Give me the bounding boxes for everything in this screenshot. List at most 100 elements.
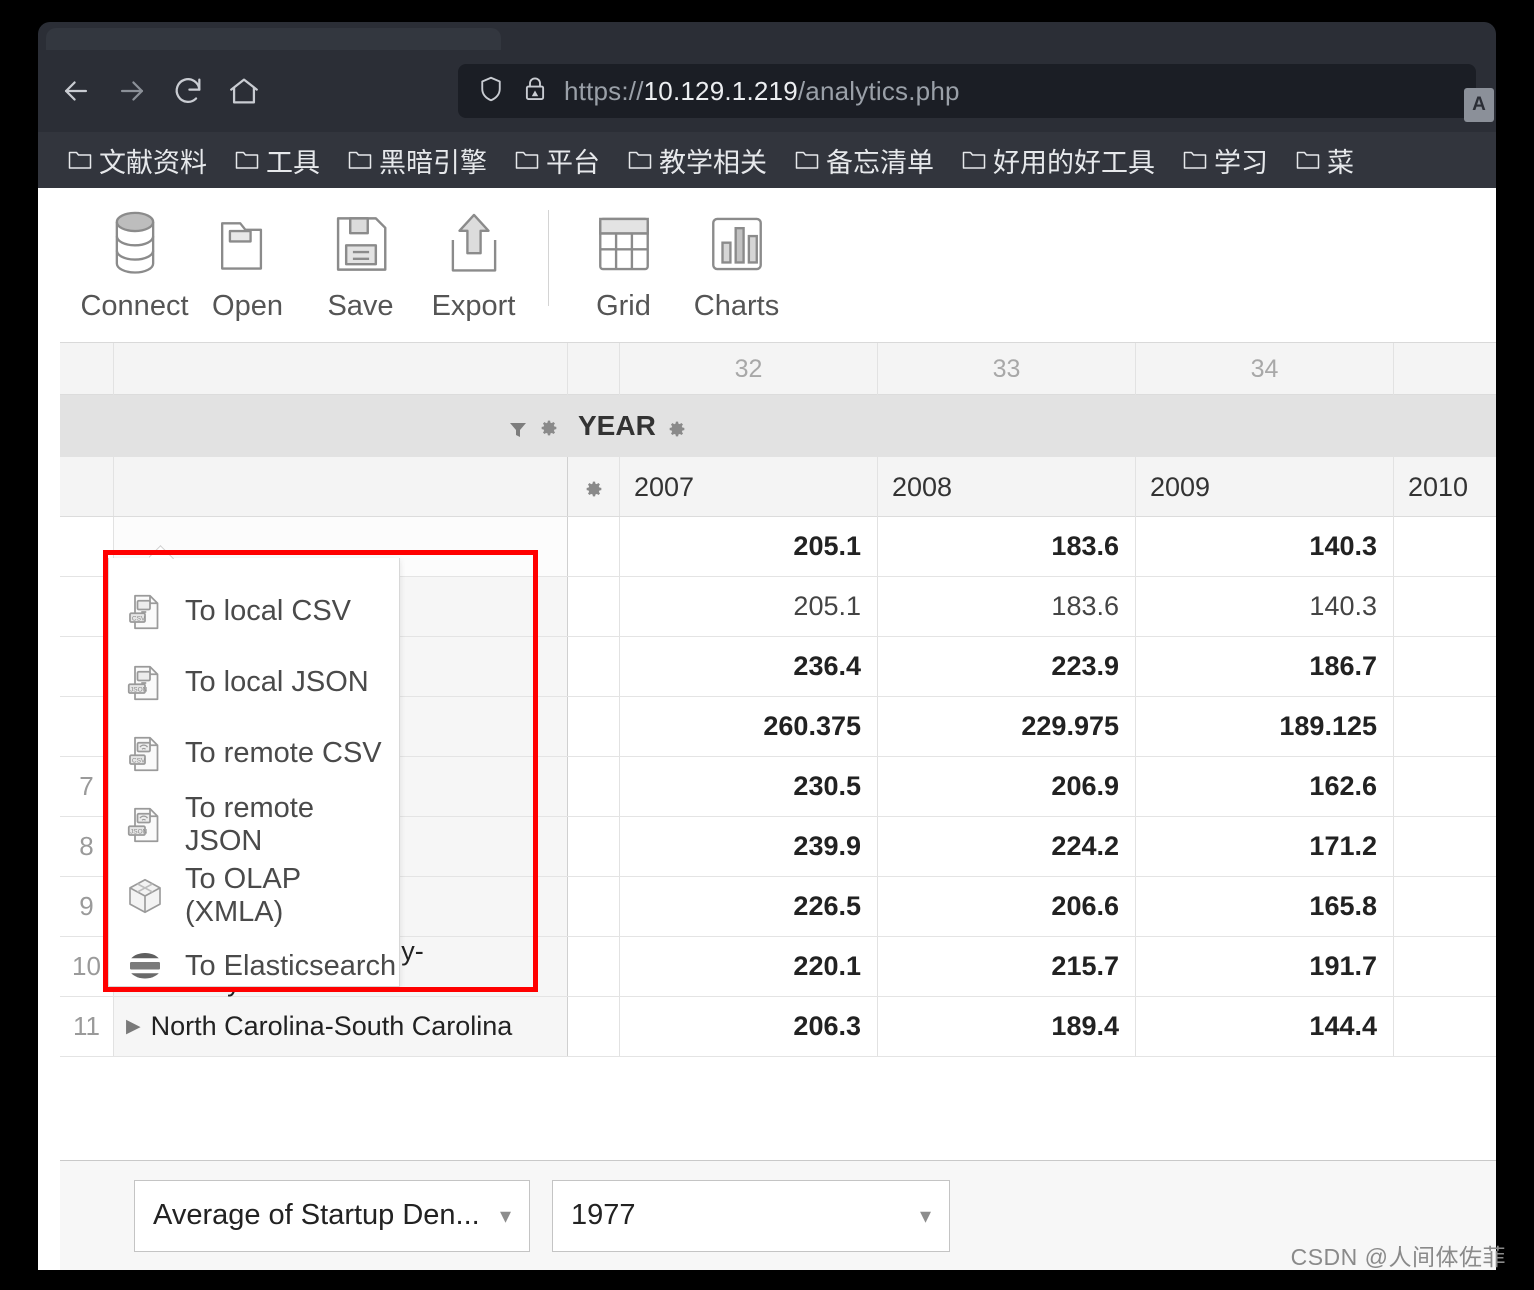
bookmark-item[interactable]: 文献资料 [54, 141, 221, 180]
bookmark-item[interactable]: 平台 [501, 141, 614, 180]
cell-value [1394, 757, 1496, 816]
bookmark-item[interactable]: 备忘清单 [781, 141, 948, 180]
folder-icon [1183, 151, 1207, 169]
gear-icon[interactable] [583, 476, 605, 498]
measure-gear[interactable] [568, 457, 620, 516]
expand-arrow-icon[interactable]: ▶ [126, 1017, 141, 1036]
bookmark-item[interactable]: 学习 [1169, 141, 1282, 180]
colnum-35[interactable]: 35 [1394, 343, 1496, 395]
cell-value: 183.6 [878, 517, 1136, 576]
extension-icon[interactable]: A [1464, 88, 1494, 122]
toolbar-label: Charts [693, 290, 780, 322]
file-csv-remote-icon: CSV [123, 732, 167, 776]
menu-item-label: To remote CSV [185, 737, 382, 769]
filter-funnel-icon[interactable] [508, 416, 528, 437]
table-row[interactable]: 11 ▶ North Carolina-South Carolina 206.3… [60, 997, 1496, 1057]
grid-dimension-header[interactable]: YEAR [568, 410, 1496, 442]
insecure-lock-icon[interactable] [520, 73, 550, 110]
gear-icon[interactable] [538, 415, 560, 437]
cell-value: 260.375 [620, 697, 878, 756]
cell-value: 140.3 [1136, 517, 1394, 576]
cell-value: 229.975 [878, 697, 1136, 756]
toolbar-label: Open [212, 290, 283, 322]
bookmark-item[interactable]: 工具 [221, 141, 334, 180]
floppy-disk-icon [330, 204, 392, 284]
toolbar-label: Grid [596, 290, 651, 322]
bookmark-item[interactable]: 菜 [1282, 141, 1368, 180]
forward-icon[interactable] [104, 63, 160, 119]
cell-value: 206.3 [620, 997, 878, 1056]
toolbar-export-button[interactable]: Export [417, 204, 530, 323]
bookmark-label: 教学相关 [659, 147, 767, 178]
row-label[interactable]: ▶ North Carolina-South Carolina [114, 997, 568, 1056]
folder-icon [515, 151, 539, 169]
chevron-down-icon: ▾ [499, 1202, 511, 1228]
colnum-34[interactable]: 34 [1136, 343, 1394, 395]
browser-window: https://10.129.1.219/analytics.php A 文献资… [38, 22, 1496, 1270]
toolbar-grid-button[interactable]: Grid [567, 204, 680, 323]
menu-item-to-remote-csv[interactable]: CSV To remote CSV [109, 718, 399, 789]
bookmark-item[interactable]: 教学相关 [614, 141, 781, 180]
bookmark-item[interactable]: 好用的好工具 [948, 141, 1169, 180]
cell-value: 224.2 [878, 817, 1136, 876]
svg-text:JSON: JSON [130, 686, 148, 693]
year-header-2007[interactable]: 2007 [620, 457, 878, 517]
toolbar-save-button[interactable]: Save [304, 204, 417, 323]
row-gear-cell [568, 517, 620, 576]
address-bar[interactable]: https://10.129.1.219/analytics.php A [458, 64, 1494, 122]
year-select[interactable]: 1977 ▾ [552, 1179, 950, 1252]
gear-icon[interactable] [666, 415, 688, 437]
file-json-local-icon: JSON [123, 661, 167, 705]
row-label-text: North Carolina-South Carolina [150, 1011, 513, 1041]
active-tab[interactable] [46, 28, 501, 52]
menu-item-label: To remote JSON [185, 791, 314, 857]
cell-value: 191.7 [1136, 937, 1394, 996]
cell-value: 189.125 [1136, 697, 1394, 756]
svg-text:JSON: JSON [130, 828, 148, 835]
shield-icon[interactable] [476, 73, 506, 110]
bookmark-item[interactable]: 黑暗引擎 [334, 141, 501, 180]
dimension-title: YEAR [578, 410, 656, 441]
menu-item-to-local-json[interactable]: JSON To local JSON [109, 647, 399, 718]
year-header-2008[interactable]: 2008 [878, 457, 1136, 517]
cell-value: 215.7 [878, 937, 1136, 996]
database-icon [103, 204, 167, 284]
bookmark-label: 文献资料 [99, 147, 207, 178]
bookmarks-bar: 文献资料 工具 黑暗引擎 平台 教学相关 备忘清单 好用的好工具 学习 菜 [38, 132, 1496, 188]
grid-footer-bar: Average of Startup Den... ▾ 1977 ▾ [60, 1160, 1496, 1270]
reload-icon[interactable] [160, 63, 216, 119]
home-icon[interactable] [216, 63, 272, 119]
toolbar-charts-button[interactable]: Charts [680, 204, 793, 323]
olap-cube-icon [123, 874, 167, 918]
menu-item-to-remote-json[interactable]: JSON To remote JSON [109, 789, 399, 860]
folder-icon [962, 151, 986, 169]
toolbar-open-button[interactable]: Open [191, 204, 304, 323]
cell-value: 206.9 [878, 757, 1136, 816]
cell-value: 144.4 [1136, 997, 1394, 1056]
menu-item-to-local-csv[interactable]: CSV To local CSV [109, 576, 399, 647]
row-gear-cell [568, 577, 620, 636]
cell-value: 230.5 [620, 757, 878, 816]
row-gear-cell [568, 817, 620, 876]
cell-value: 140.3 [1136, 577, 1394, 636]
menu-item-label: To OLAP (XMLA) [185, 862, 301, 928]
measure-select[interactable]: Average of Startup Den... ▾ [134, 1179, 530, 1252]
year-header-2010[interactable]: 2010 [1394, 457, 1496, 517]
menu-caret-icon [149, 545, 175, 559]
toolbar-connect-button[interactable]: Connect [78, 204, 191, 323]
menu-item-to-olap-xmla[interactable]: To OLAP (XMLA) [109, 860, 399, 931]
back-icon[interactable] [48, 63, 104, 119]
cell-value [1394, 517, 1496, 576]
svg-text:CSV: CSV [132, 615, 146, 622]
colnum-32[interactable]: 32 [620, 343, 878, 395]
menu-item-to-elasticsearch[interactable]: To Elasticsearch [109, 931, 399, 1002]
folder-icon [235, 151, 259, 169]
row-gear-cell [568, 937, 620, 996]
file-csv-local-icon: CSV [123, 590, 167, 634]
cell-value: 220.1 [620, 937, 878, 996]
row-gear-cell [568, 997, 620, 1056]
export-dropdown-menu[interactable]: CSV To local CSV JSON To local JSON CSV … [108, 558, 400, 987]
colnum-33[interactable]: 33 [878, 343, 1136, 395]
grid-year-header-row: 2007 2008 2009 2010 [60, 457, 1496, 517]
year-header-2009[interactable]: 2009 [1136, 457, 1394, 517]
